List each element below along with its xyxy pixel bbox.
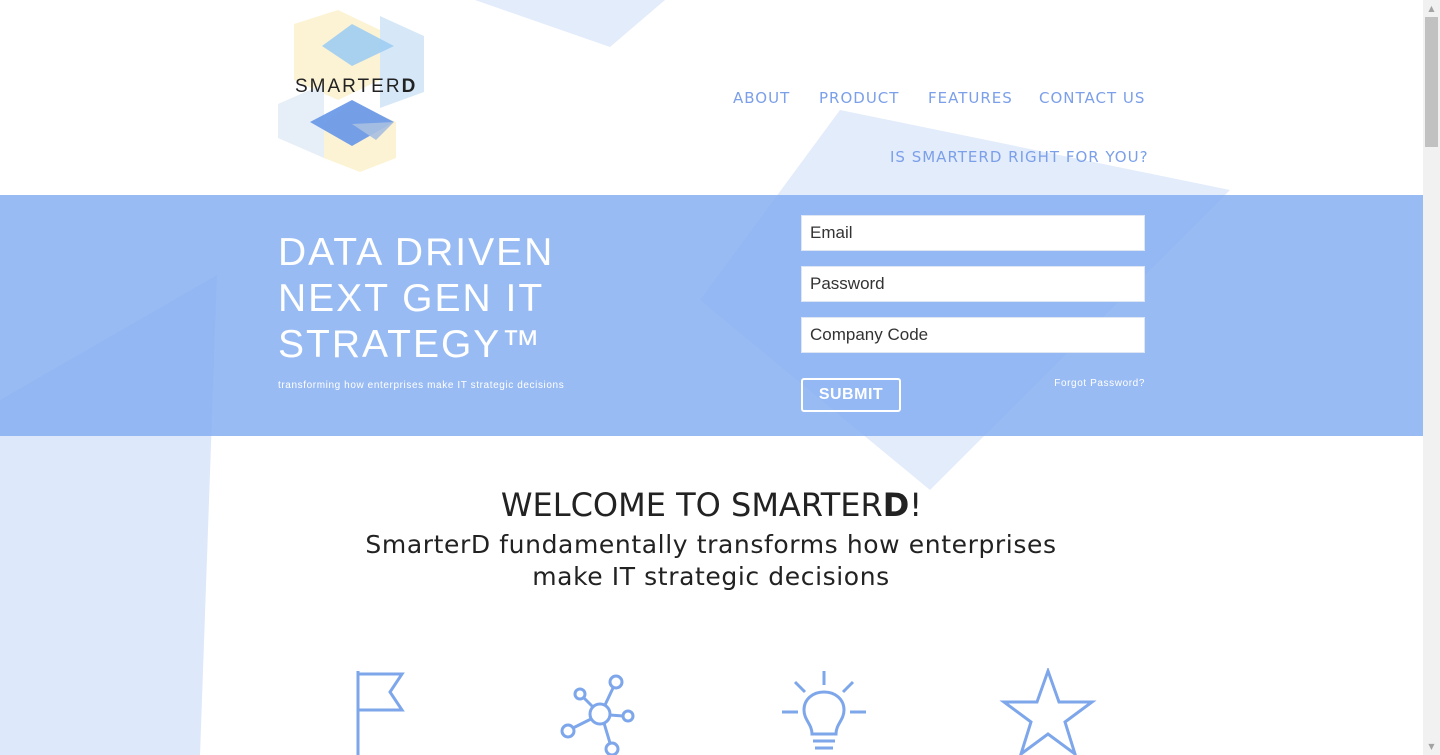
scrollbar-thumb[interactable] [1425, 17, 1438, 147]
page: SMARTERD ABOUT PRODUCT FEATURES CONTACT … [0, 0, 1440, 755]
nav-product[interactable]: PRODUCT [819, 89, 899, 107]
password-field[interactable] [801, 266, 1145, 302]
forgot-password-link[interactable]: Forgot Password? [1020, 378, 1145, 389]
vertical-scrollbar[interactable]: ▲ ▼ [1423, 0, 1440, 755]
welcome-title-bold: D [882, 486, 910, 524]
hero-title-line: DATA DRIVEN [278, 231, 555, 274]
nav-features[interactable]: FEATURES [928, 89, 1013, 107]
welcome-title-prefix: WELCOME TO SMARTER [500, 486, 883, 524]
hero-title: DATA DRIVEN NEXT GEN IT STRATEGY™ [278, 230, 698, 368]
logo-wordmark-prefix: SMARTER [295, 76, 402, 97]
logo-wordmark[interactable]: SMARTERD [295, 76, 417, 98]
logo-wordmark-suffix: D [401, 76, 418, 97]
email-field[interactable] [801, 215, 1145, 251]
network-icon [560, 674, 635, 755]
welcome-subtitle: SmarterD fundamentally transforms how en… [311, 529, 1111, 593]
nav-contact-us[interactable]: CONTACT US [1039, 89, 1145, 107]
hero-title-line: STRATEGY™ [278, 323, 543, 366]
welcome-subtitle-line: SmarterD fundamentally transforms how en… [365, 530, 1057, 559]
site-header: SMARTERD ABOUT PRODUCT FEATURES CONTACT … [0, 0, 1423, 195]
hero-title-line: NEXT GEN IT [278, 277, 545, 320]
company-code-field[interactable] [801, 317, 1145, 353]
nav-about[interactable]: ABOUT [733, 89, 790, 107]
welcome-subtitle-line: make IT strategic decisions [532, 562, 890, 591]
nav-is-smarterd-right-for-you[interactable]: IS SMARTERD RIGHT FOR YOU? [890, 148, 1149, 166]
hero-tagline: transforming how enterprises make IT str… [278, 380, 565, 391]
lightbulb-icon [782, 671, 866, 750]
submit-button[interactable]: SUBMIT [801, 378, 901, 412]
scroll-up-arrow-icon[interactable]: ▲ [1423, 0, 1440, 17]
welcome-title-suffix: ! [909, 486, 923, 524]
hero-banner [0, 195, 1423, 436]
flag-icon [356, 671, 405, 755]
welcome-title: WELCOME TO SMARTERD! [0, 486, 1423, 524]
scroll-down-arrow-icon[interactable]: ▼ [1423, 738, 1440, 755]
star-icon [999, 668, 1097, 755]
